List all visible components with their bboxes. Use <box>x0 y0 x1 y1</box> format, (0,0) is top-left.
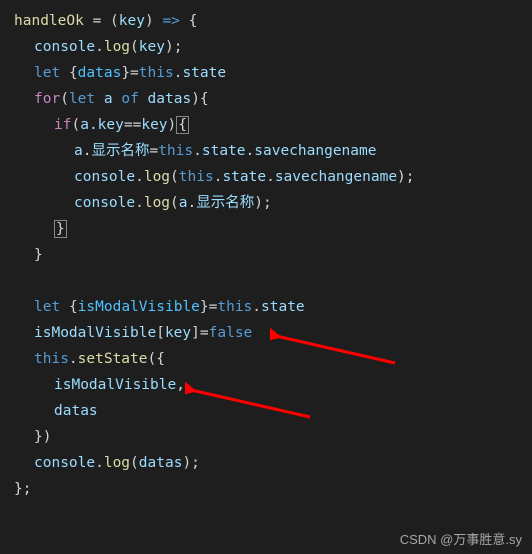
code-line: let {isModalVisible}=this.state <box>14 294 532 320</box>
code-line: } <box>14 242 532 268</box>
code-line: if(a.key==key){ <box>14 112 532 138</box>
code-line: isModalVisible[key]=false <box>14 320 532 346</box>
bracket-match-icon: } <box>54 220 67 238</box>
code-line <box>14 268 532 294</box>
code-line: this.setState({ <box>14 346 532 372</box>
watermark: CSDN @万事胜意.sy <box>400 529 522 548</box>
code-line: handleOk = (key) => { <box>14 8 532 34</box>
code-line: }) <box>14 424 532 450</box>
code-line: console.log(key); <box>14 34 532 60</box>
code-line: let {datas}=this.state <box>14 60 532 86</box>
bracket-match-icon: { <box>176 116 189 134</box>
code-line: } <box>14 216 532 242</box>
code-editor[interactable]: handleOk = (key) => { console.log(key); … <box>0 0 532 510</box>
code-line: console.log(a.显示名称); <box>14 190 532 216</box>
code-line: console.log(datas); <box>14 450 532 476</box>
code-line: console.log(this.state.savechangename); <box>14 164 532 190</box>
code-line: datas <box>14 398 532 424</box>
code-line: a.显示名称=this.state.savechangename <box>14 138 532 164</box>
code-line: for(let a of datas){ <box>14 86 532 112</box>
code-line: }; <box>14 476 532 502</box>
code-line: isModalVisible, <box>14 372 532 398</box>
